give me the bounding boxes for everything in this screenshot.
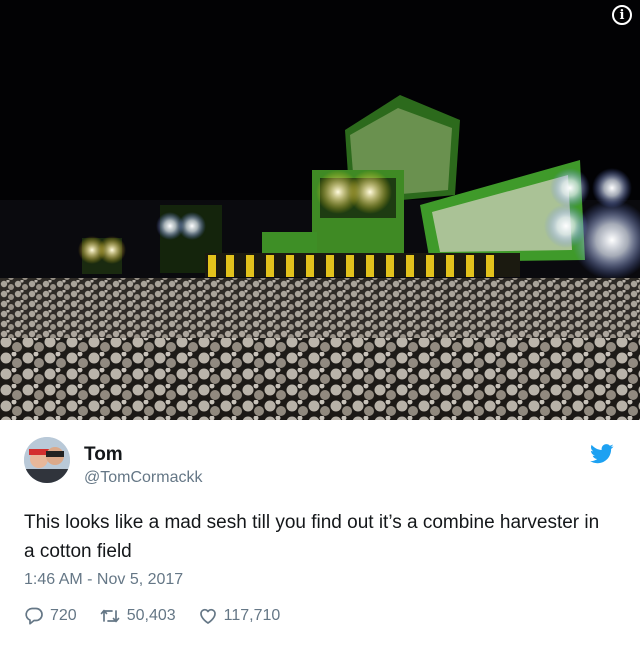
retweet-icon [100,609,120,623]
tweet-text: This looks like a mad sesh till you find… [24,512,600,562]
reply-icon [25,607,43,625]
user-handle[interactable]: @TomCormackk [84,469,202,487]
like-count: 117,710 [223,607,281,624]
info-icon[interactable]: i [612,5,632,25]
retweet-count: 50,403 [126,607,176,624]
retweet-button[interactable]: 50,403 [99,606,176,626]
heart-icon [199,608,216,624]
cotton-harvester-image [0,0,640,420]
reply-button[interactable]: 720 [24,606,77,626]
user-name[interactable]: Tom [84,444,123,466]
avatar[interactable] [24,437,70,483]
twitter-bird-icon[interactable] [590,444,614,464]
tweet-actions: 720 50,403 117,710 [24,604,302,628]
tweet-photo[interactable] [0,0,640,420]
like-button[interactable]: 117,710 [198,606,281,626]
reply-count: 720 [50,607,77,624]
tweet-timestamp[interactable]: 1:46 AM - Nov 5, 2017 [24,571,183,589]
avatar-photo [24,437,70,483]
